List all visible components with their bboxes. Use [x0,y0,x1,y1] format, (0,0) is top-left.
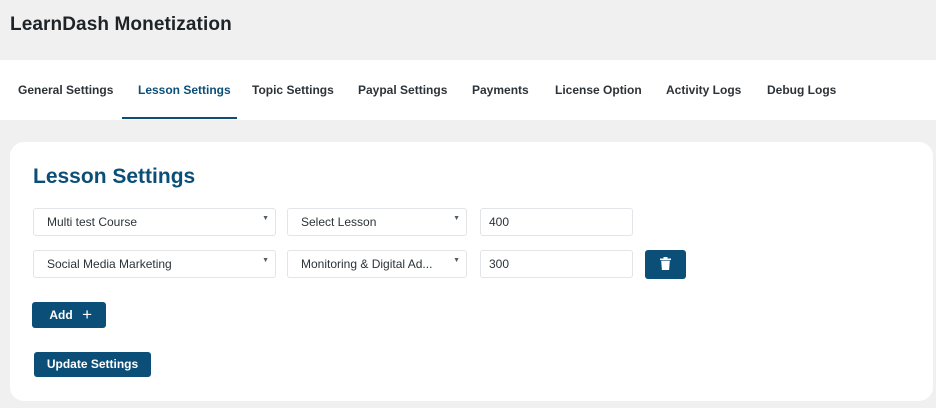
lesson-settings-panel: Lesson Settings Multi test Course ▼ Sele… [10,142,933,401]
dropdown-arrow-icon: ▼ [453,257,460,264]
tab-license-option[interactable]: License Option [555,60,642,120]
trash-icon [660,257,671,270]
tab-debug-logs[interactable]: Debug Logs [767,60,836,120]
tab-topic-settings[interactable]: Topic Settings [252,60,334,120]
panel-title: Lesson Settings [33,165,196,188]
delete-row-button[interactable] [645,250,686,279]
amount-input[interactable]: 300 [480,250,633,278]
lesson-select-value: Select Lesson [301,215,377,229]
tab-bar: General Settings Lesson Settings Topic S… [0,60,936,120]
tab-activity-logs[interactable]: Activity Logs [666,60,741,120]
course-select-value: Multi test Course [47,215,138,229]
amount-input[interactable]: 400 [480,208,633,236]
tab-lesson-settings[interactable]: Lesson Settings [138,60,231,120]
page-header: LearnDash Monetization [0,0,936,60]
dropdown-arrow-icon: ▼ [262,257,269,264]
page-title: LearnDash Monetization [10,14,232,35]
plus-icon: + [82,305,92,324]
add-button-label: Add [49,308,73,322]
active-tab-indicator [122,117,237,119]
lesson-select[interactable]: Monitoring & Digital Ad... ▼ [287,250,467,278]
lesson-select[interactable]: Select Lesson ▼ [287,208,467,236]
dropdown-arrow-icon: ▼ [262,215,269,222]
tab-payments[interactable]: Payments [472,60,529,120]
course-select-value: Social Media Marketing [47,257,172,271]
course-select[interactable]: Multi test Course ▼ [33,208,276,236]
update-settings-button[interactable]: Update Settings [34,352,151,377]
tab-paypal-settings[interactable]: Paypal Settings [358,60,447,120]
dropdown-arrow-icon: ▼ [453,215,460,222]
lesson-select-value: Monitoring & Digital Ad... [301,257,433,271]
course-select[interactable]: Social Media Marketing ▼ [33,250,276,278]
add-row-button[interactable]: Add + [32,302,106,328]
tab-general-settings[interactable]: General Settings [18,60,113,120]
